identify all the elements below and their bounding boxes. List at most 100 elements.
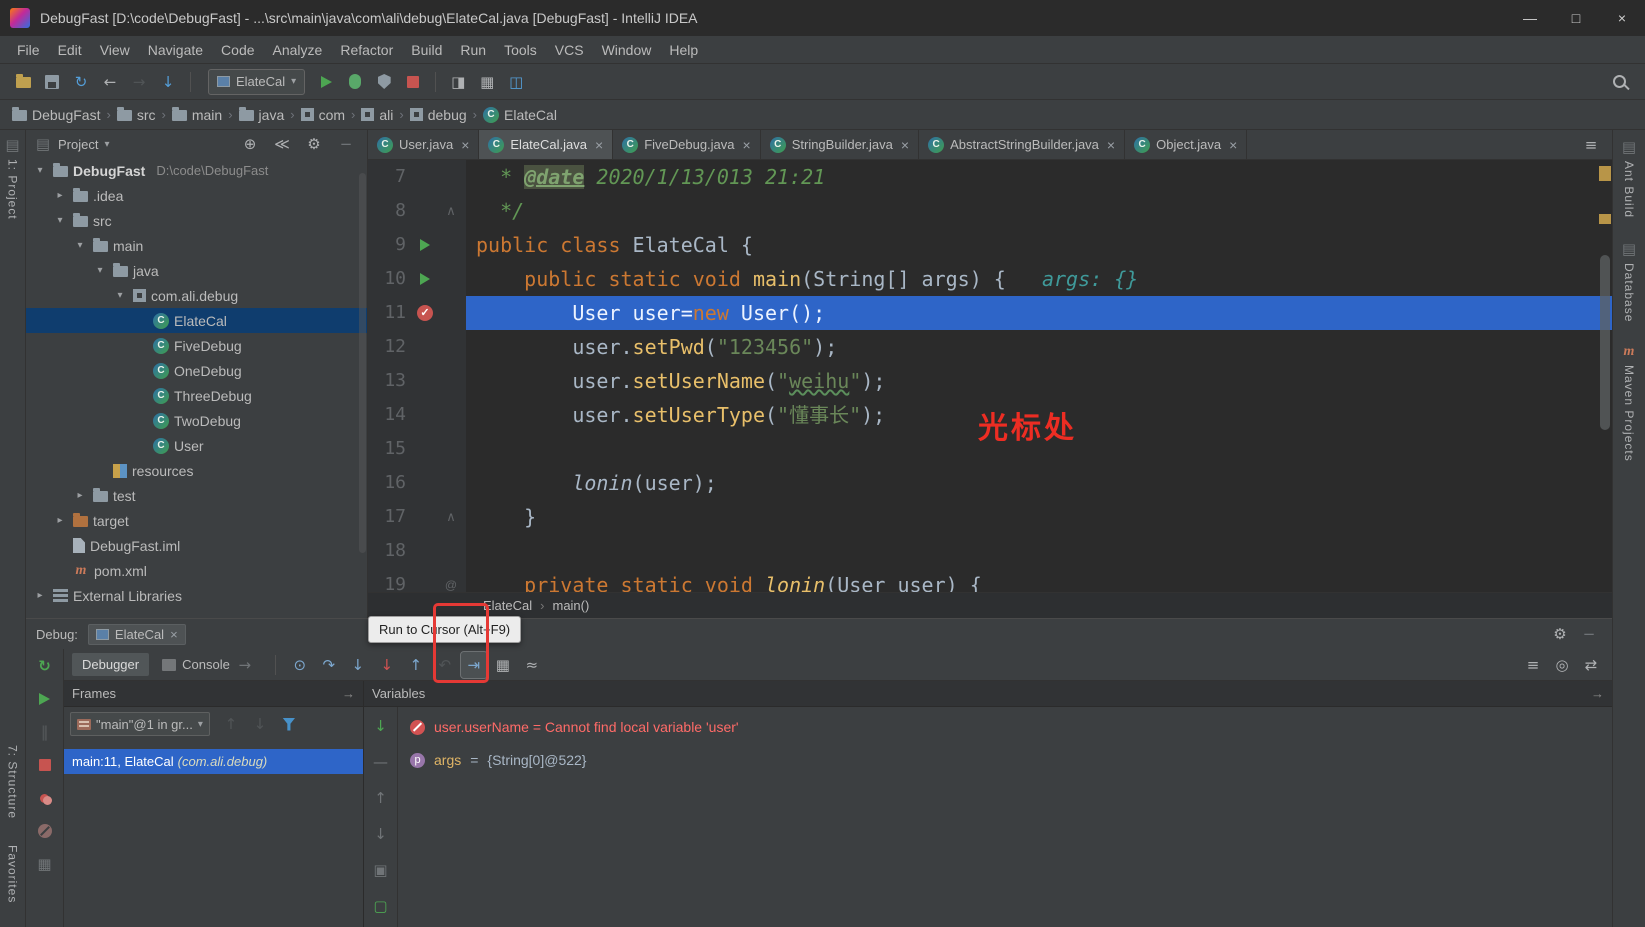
menu-run[interactable]: Run xyxy=(451,36,495,64)
evaluate-expression-icon[interactable]: ▦ xyxy=(490,652,516,678)
debug-settings-icon[interactable]: ⚙ xyxy=(1547,621,1573,647)
tool-window-button-1-project[interactable]: ▤ 1: Project xyxy=(4,136,22,220)
remove-watch-icon[interactable]: — xyxy=(368,749,394,775)
window-switch-plugin-icon[interactable]: ◫ xyxy=(503,69,529,95)
debug-layout-settings-icon[interactable]: ▦ xyxy=(32,851,58,877)
fold-marker[interactable]: ∧ xyxy=(440,500,462,534)
show-watches-icon[interactable]: ▢ xyxy=(368,893,394,919)
rerun-debug-icon[interactable]: ↻ xyxy=(32,653,58,679)
editor-scrollbar[interactable] xyxy=(1600,255,1610,430)
fold-marker[interactable] xyxy=(440,534,462,568)
gutter-marker[interactable] xyxy=(410,194,440,228)
close-tab-icon[interactable]: × xyxy=(743,137,751,153)
gutter-marker[interactable] xyxy=(410,330,440,364)
breadcrumb-member[interactable]: main() xyxy=(552,598,589,613)
code-line-10[interactable]: 10 public static void main(String[] args… xyxy=(368,262,1612,296)
editor-tab-object-java[interactable]: C Object.java × xyxy=(1125,130,1248,159)
menu-vcs[interactable]: VCS xyxy=(546,36,593,64)
menu-window[interactable]: Window xyxy=(593,36,661,64)
tree-item-user[interactable]: C User xyxy=(26,433,367,458)
gutter-marker[interactable] xyxy=(410,228,440,262)
menu-code[interactable]: Code xyxy=(212,36,263,64)
tree-item-src[interactable]: ▾ src xyxy=(26,208,367,233)
gutter-marker[interactable] xyxy=(410,466,440,500)
fold-marker[interactable]: ∧ xyxy=(440,194,462,228)
code-line-17[interactable]: 17 ∧ } xyxy=(368,500,1612,534)
editor-tab-stringbuilder-java[interactable]: C StringBuilder.java × xyxy=(761,130,920,159)
expand-arrow-icon[interactable]: ▾ xyxy=(52,215,68,226)
close-tab-icon[interactable]: × xyxy=(901,137,909,153)
gutter-marker[interactable] xyxy=(410,568,440,592)
fold-marker[interactable]: @ xyxy=(440,568,462,592)
menu-view[interactable]: View xyxy=(91,36,139,64)
code-line-9[interactable]: 9 public class ElateCal { xyxy=(368,228,1612,262)
tree-item-external-libraries[interactable]: ▸ External Libraries xyxy=(26,583,367,608)
fold-marker[interactable] xyxy=(440,296,462,330)
breadcrumb-debugfast[interactable]: DebugFast xyxy=(12,107,100,123)
tool-window-button-favorites[interactable]: Favorites xyxy=(6,845,20,903)
breadcrumb-elatecal[interactable]: C ElateCal xyxy=(483,106,557,123)
close-icon[interactable]: × xyxy=(170,627,178,642)
tree-item-elatecal[interactable]: C ElateCal xyxy=(26,308,367,333)
fold-marker[interactable] xyxy=(440,228,462,262)
tree-item-target[interactable]: ▸ target xyxy=(26,508,367,533)
gutter-marker[interactable] xyxy=(410,534,440,568)
expand-arrow-icon[interactable]: ▸ xyxy=(52,515,68,526)
frame-up-icon[interactable]: ↑ xyxy=(218,711,244,737)
tree-item-com.ali.debug[interactable]: ▾ com.ali.debug xyxy=(26,283,367,308)
maximize-button[interactable]: □ xyxy=(1553,0,1599,36)
minimize-button[interactable]: — xyxy=(1507,0,1553,36)
editor-tab-elatecal-java[interactable]: C ElateCal.java × xyxy=(479,130,614,159)
code-line-8[interactable]: 8 ∧ */ xyxy=(368,194,1612,228)
tabs-list-icon[interactable]: ≡ xyxy=(1578,132,1604,158)
menu-refactor[interactable]: Refactor xyxy=(331,36,402,64)
gutter-marker[interactable] xyxy=(410,364,440,398)
fold-marker[interactable] xyxy=(440,262,462,296)
expand-arrow-icon[interactable]: ▾ xyxy=(92,265,108,276)
variable-row[interactable]: p args = {String[0]@522} xyxy=(410,748,1612,772)
stop-debug-icon[interactable] xyxy=(32,752,58,778)
breadcrumb-java[interactable]: java xyxy=(238,107,284,123)
fold-marker[interactable] xyxy=(440,466,462,500)
gutter-marker[interactable]: ✓ xyxy=(410,296,440,330)
editor-tab-user-java[interactable]: C User.java × xyxy=(368,130,480,159)
tree-item-onedebug[interactable]: C OneDebug xyxy=(26,358,367,383)
menu-analyze[interactable]: Analyze xyxy=(264,36,332,64)
run-config-combo[interactable]: ElateCal ▾ xyxy=(208,68,306,95)
switch-view-icon[interactable]: ⇄ xyxy=(1578,652,1604,678)
move-watch-up-icon[interactable]: ↑ xyxy=(368,785,394,811)
tree-item-resources[interactable]: resources xyxy=(26,458,367,483)
tree-item-pom.xml[interactable]: m pom.xml xyxy=(26,558,367,583)
debug-icon[interactable] xyxy=(342,69,368,95)
breadcrumb-main[interactable]: main xyxy=(171,107,222,123)
add-to-watches-icon[interactable]: ↓ xyxy=(368,713,394,739)
close-tab-icon[interactable]: × xyxy=(1229,137,1237,153)
tool-window-button-maven-projects[interactable]: m Maven Projects xyxy=(1621,344,1637,462)
warning-stripe-mark[interactable] xyxy=(1599,214,1611,224)
update-project-icon[interactable]: ↓ xyxy=(155,69,181,95)
fold-marker[interactable] xyxy=(440,432,462,466)
close-tab-icon[interactable]: × xyxy=(1107,137,1115,153)
fold-marker[interactable] xyxy=(440,330,462,364)
pause-program-icon[interactable]: ‖ xyxy=(32,719,58,745)
code-line-18[interactable]: 18 xyxy=(368,534,1612,568)
thread-selector[interactable]: "main"@1 in gr... ▾ xyxy=(70,712,210,736)
tree-item-debugfast[interactable]: ▾ DebugFast D:\code\DebugFast xyxy=(26,158,367,183)
menu-build[interactable]: Build xyxy=(402,36,451,64)
mute-breakpoints-icon[interactable] xyxy=(32,818,58,844)
menu-edit[interactable]: Edit xyxy=(49,36,91,64)
resume-program-icon[interactable] xyxy=(32,686,58,712)
pin-panel-icon[interactable]: → xyxy=(1591,686,1604,701)
filter-frames-icon[interactable] xyxy=(276,711,302,737)
close-button[interactable]: × xyxy=(1599,0,1645,36)
tree-item-threedebug[interactable]: C ThreeDebug xyxy=(26,383,367,408)
forward-icon[interactable]: → xyxy=(126,69,152,95)
project-scrollbar[interactable] xyxy=(359,173,366,553)
fold-marker[interactable] xyxy=(440,160,462,194)
expand-arrow-icon[interactable]: ▸ xyxy=(72,490,88,501)
step-into-icon[interactable]: ↓ xyxy=(345,652,371,678)
view-threads-icon[interactable]: ≈ xyxy=(519,652,545,678)
code-line-11[interactable]: 11 ✓ User user=new User(); xyxy=(368,296,1612,330)
coverage-icon[interactable] xyxy=(371,69,397,95)
tool-window-button-database[interactable]: ▤ Database xyxy=(1620,240,1638,322)
